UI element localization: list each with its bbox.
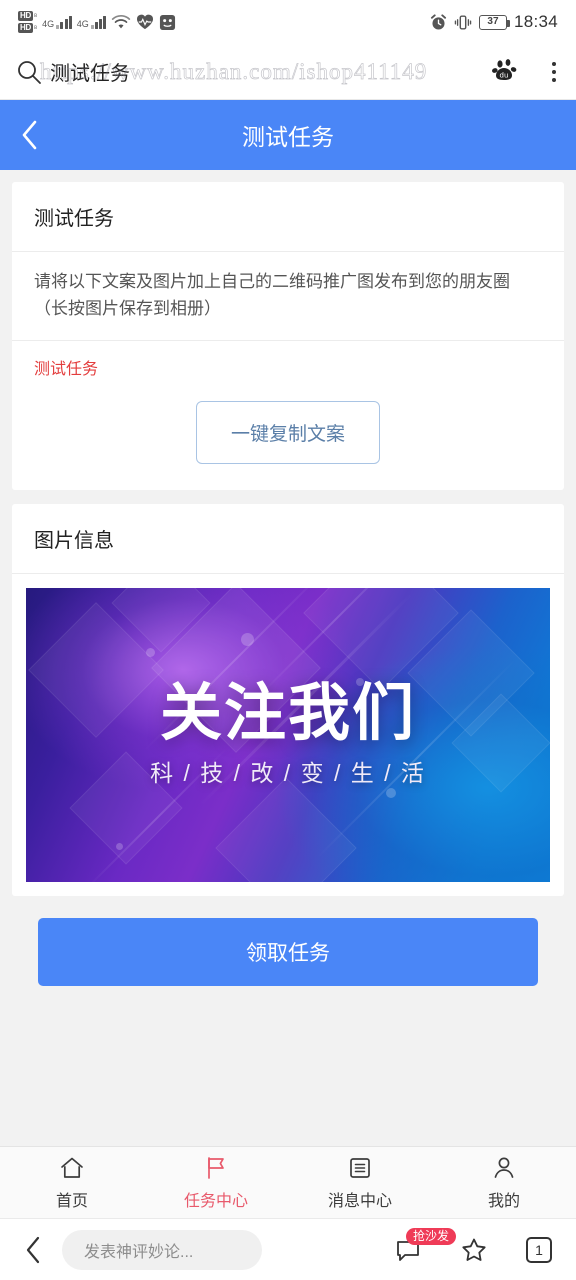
signal-bars-2 [90, 15, 107, 29]
status-bar: HD в HD в 4G 4G 37 18:34 [0, 0, 576, 44]
list-icon [350, 1158, 370, 1178]
chevron-left-icon [22, 120, 37, 150]
status-clock: 18:34 [513, 12, 558, 31]
tab-task-center[interactable]: 任务中心 [144, 1154, 288, 1211]
signal-bars-1 [56, 15, 72, 29]
browser-bottom-bar: 发表神评妙论... 抢沙发 1 [0, 1218, 576, 1280]
image-card: 图片信息 关注我们 科 / 技 / 改 / 变 / 生 / 活 [12, 504, 564, 897]
more-vertical-icon[interactable] [546, 56, 562, 88]
wifi-icon [111, 14, 131, 30]
comment-badge: 抢沙发 [406, 1227, 457, 1246]
task-card: 测试任务 请将以下文案及图片加上自己的二维码推广图发布到您的朋友圈（长按图片保存… [12, 182, 564, 491]
hd-badge-label-2: HD [18, 23, 33, 33]
vibrate-icon [454, 14, 472, 31]
comment-input[interactable]: 发表神评妙论... [62, 1229, 262, 1270]
page-content: 测试任务 请将以下文案及图片加上自己的二维码推广图发布到您的朋友圈（长按图片保存… [0, 170, 576, 1146]
browser-bottom-icons: 抢沙发 1 [394, 1227, 560, 1264]
search-icon[interactable] [16, 59, 42, 85]
alarm-clock-icon [430, 13, 447, 31]
svg-text:du: du [500, 71, 509, 79]
page-header: 测试任务 [0, 100, 576, 170]
tab-home[interactable]: 首页 [0, 1154, 144, 1211]
copy-button-wrap: 一键复制文案 [34, 401, 542, 465]
tab-home-label: 首页 [55, 1193, 88, 1210]
tab-profile-label: 我的 [487, 1193, 520, 1210]
mobile-screen: HD в HD в 4G 4G 37 18:34 测试任务 https://ww… [0, 0, 576, 1280]
browser-top-bar: 测试任务 https://www.huzhan.com/ishop411149 … [0, 44, 576, 100]
star-icon [462, 1238, 486, 1261]
status-bar-left: HD в HD в 4G 4G [18, 11, 176, 33]
banner-subtitle: 科 / 技 / 改 / 变 / 生 / 活 [150, 760, 426, 787]
tab-task-center-label: 任务中心 [183, 1193, 248, 1210]
copy-text-button[interactable]: 一键复制文案 [195, 401, 380, 465]
network-type-2: 4G [76, 19, 89, 29]
image-card-title: 图片信息 [12, 504, 564, 575]
image-padding: 关注我们 科 / 技 / 改 / 变 / 生 / 活 [12, 574, 564, 896]
task-description: 请将以下文案及图片加上自己的二维码推广图发布到您的朋友圈（长按图片保存到相册） [12, 252, 564, 342]
flag-icon [208, 1157, 224, 1179]
browser-page-title[interactable]: 测试任务 [50, 57, 130, 86]
battery-icon: 37 [478, 14, 510, 30]
battery-level: 37 [487, 16, 499, 27]
hd-badge-icon: HD в HD в [18, 11, 37, 33]
tab-count-button[interactable]: 1 [526, 1236, 552, 1263]
copy-source-text: 测试任务 [34, 361, 99, 379]
status-bar-right: 37 18:34 [430, 12, 558, 32]
claim-button-wrap: 领取任务 [0, 896, 576, 1002]
tab-message-center[interactable]: 消息中心 [288, 1154, 432, 1211]
hd-badge-label-1: HD [18, 11, 33, 21]
chevron-left-icon [26, 1236, 40, 1263]
task-card-title: 测试任务 [12, 182, 564, 252]
tab-message-center-label: 消息中心 [327, 1193, 392, 1210]
banner-text-group: 关注我们 科 / 技 / 改 / 变 / 生 / 活 [26, 588, 550, 882]
hd-sub-1: в [33, 13, 38, 19]
network-type-1: 4G [42, 19, 55, 29]
bookmark-button[interactable] [460, 1236, 488, 1264]
promo-banner-image[interactable]: 关注我们 科 / 技 / 改 / 变 / 生 / 活 [26, 588, 550, 883]
banner-headline: 关注我们 [159, 676, 416, 750]
back-button[interactable] [0, 100, 60, 170]
signal-4g-icon: 4G [42, 15, 72, 29]
person-icon [494, 1157, 514, 1178]
comment-button[interactable]: 抢沙发 [394, 1227, 457, 1264]
heart-rate-icon [136, 14, 154, 30]
home-icon [61, 1157, 83, 1178]
hd-sub-2: в [33, 25, 38, 31]
bottom-tabbar: 首页 任务中心 消息中心 我的 [0, 1146, 576, 1218]
app-icon [159, 14, 176, 31]
copy-section: 测试任务 一键复制文案 [12, 341, 564, 490]
baidu-logo-icon: du [492, 57, 522, 87]
tab-profile[interactable]: 我的 [432, 1154, 576, 1211]
browser-back-button[interactable] [16, 1230, 52, 1270]
claim-task-button[interactable]: 领取任务 [38, 918, 538, 987]
page-title: 测试任务 [242, 124, 334, 150]
signal-4g-icon-2: 4G [77, 15, 107, 29]
